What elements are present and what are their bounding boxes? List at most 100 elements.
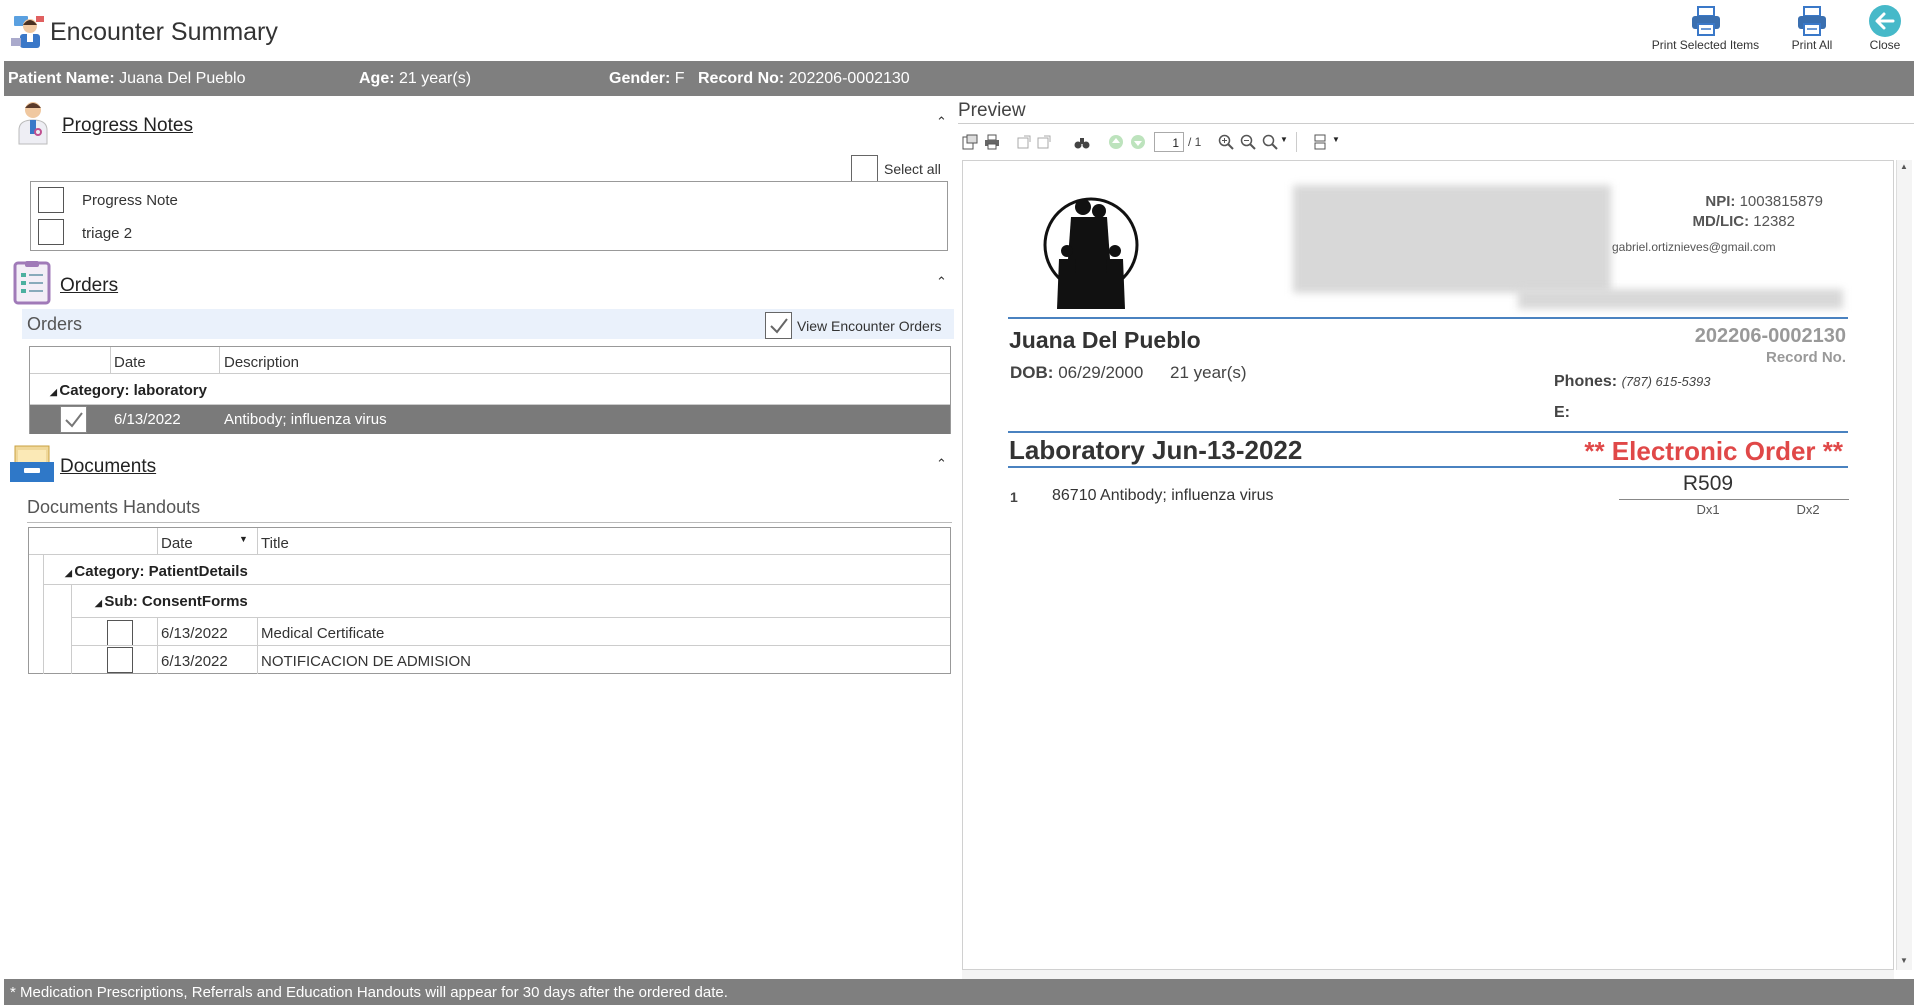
patient-name-label: Patient Name:: [8, 70, 115, 87]
collapse-progress-notes-icon[interactable]: ⌃: [936, 114, 947, 130]
report-record-no: 202206-0002130: [1694, 325, 1846, 347]
category-label: Category: laboratory: [59, 382, 207, 399]
document-checkbox[interactable]: [107, 620, 133, 646]
back-arrow-icon: [1869, 5, 1901, 37]
dob-label: DOB:: [1010, 363, 1054, 382]
print-icon[interactable]: [984, 134, 1000, 150]
find-binoculars-icon[interactable]: [1074, 134, 1090, 150]
patient-info-bar: Patient Name: Juana Del Pueblo Age: 21 y…: [4, 61, 1914, 96]
expand-triangle-icon: ◢: [95, 598, 105, 608]
chevron-down-icon[interactable]: ▼: [1280, 135, 1288, 144]
header-rule: [1008, 317, 1848, 319]
print-selected-button[interactable]: Print Selected Items: [1648, 4, 1763, 52]
vertical-scrollbar[interactable]: ▲ ▼: [1896, 160, 1912, 970]
collapse-orders-icon[interactable]: ⌃: [936, 274, 947, 290]
footer-note: * Medication Prescriptions, Referrals an…: [4, 979, 1914, 1005]
preview-toolbar: 1 / 1 ▼ ▼: [958, 128, 1914, 158]
line-number: 1: [1010, 489, 1018, 505]
orders-clipboard-icon: [12, 260, 52, 310]
page-number-input[interactable]: 1: [1154, 132, 1184, 152]
page-title: Encounter Summary: [50, 18, 278, 46]
document-title[interactable]: NOTIFICACION DE ADMISION: [261, 653, 471, 670]
provider-address-redacted: [1293, 185, 1611, 293]
gender-label: Gender:: [609, 70, 671, 87]
order-date: 6/13/2022: [114, 411, 181, 428]
dx1-label: Dx1: [1696, 502, 1720, 517]
patient-record: 202206-0002130: [788, 70, 910, 87]
printer-icon: [1691, 6, 1720, 36]
orders-title[interactable]: Orders: [60, 275, 118, 297]
sort-down-icon[interactable]: ▼: [239, 534, 248, 544]
next-page-icon[interactable]: [1130, 134, 1146, 150]
select-all-label: Select all: [884, 161, 941, 177]
report-patient-name: Juana Del Pueblo: [1009, 327, 1201, 353]
close-button[interactable]: Close: [1862, 4, 1908, 52]
document-title[interactable]: Medical Certificate: [261, 625, 384, 642]
page-total: / 1: [1188, 135, 1202, 149]
chevron-down-icon[interactable]: ▼: [1332, 135, 1340, 144]
orders-header: Orders View Encounter Orders: [22, 309, 954, 339]
order-top-rule: [1008, 431, 1848, 433]
export-icon[interactable]: [1016, 134, 1032, 150]
view-encounter-orders-checkbox[interactable]: [765, 312, 792, 339]
subcategory-group-row[interactable]: ◢ Sub: ConsentForms: [95, 593, 248, 610]
checkmark-icon: [64, 411, 83, 428]
page-layout-icon[interactable]: [1312, 134, 1328, 150]
category-group-row[interactable]: ◢ Category: PatientDetails: [65, 563, 248, 580]
category-label: Category: PatientDetails: [74, 563, 248, 580]
progress-note-checkbox[interactable]: [38, 187, 64, 213]
previous-page-icon[interactable]: [1108, 134, 1124, 150]
order-line-text: 86710 Antibody; influenza virus: [1052, 487, 1274, 504]
printer-icon: [1798, 6, 1826, 36]
mdlic-value: 12382: [1753, 213, 1795, 230]
column-header-description[interactable]: Description: [224, 354, 299, 371]
category-group-row[interactable]: ◢ Category: laboratory: [50, 382, 207, 399]
expand-triangle-icon: ◢: [65, 568, 75, 578]
report-record-label: Record No.: [1765, 349, 1846, 366]
zoom-in-icon[interactable]: [1218, 134, 1234, 150]
save-icon[interactable]: [1036, 134, 1052, 150]
print-all-button[interactable]: Print All: [1786, 4, 1838, 52]
table-row[interactable]: 6/13/2022 Antibody; influenza virus: [30, 405, 950, 434]
subcategory-label: Sub: ConsentForms: [104, 593, 248, 610]
report-age: 21 year(s): [1170, 363, 1247, 382]
orders-table: Date Description ◢ Category: laboratory …: [29, 346, 951, 434]
column-header-date[interactable]: Date: [114, 354, 146, 371]
progress-notes-title[interactable]: Progress Notes: [62, 115, 193, 137]
triage-checkbox[interactable]: [38, 219, 64, 245]
collapse-documents-icon[interactable]: ⌃: [936, 456, 947, 472]
header-bar: Encounter Summary Print Selected Items P…: [0, 0, 1914, 60]
list-item: triage 2: [82, 225, 133, 242]
expand-triangle-icon: ◢: [50, 387, 60, 397]
orders-subtitle: Orders: [27, 314, 83, 334]
column-header-title[interactable]: Title: [261, 535, 289, 552]
mdlic-label: MD/LIC:: [1692, 213, 1750, 230]
npi-value: 1003815879: [1739, 193, 1823, 210]
column-header-date[interactable]: Date: [161, 535, 193, 552]
divider: [27, 522, 952, 523]
documents-title[interactable]: Documents: [60, 456, 156, 478]
view-encounter-orders-label: View Encounter Orders: [797, 318, 942, 334]
clinic-family-logo: [1041, 193, 1141, 315]
order-row-checkbox[interactable]: [60, 406, 87, 433]
scroll-up-icon[interactable]: ▲: [1900, 162, 1908, 171]
scroll-down-icon[interactable]: ▼: [1900, 956, 1908, 965]
dx2-label: Dx2: [1796, 502, 1820, 517]
patient-name: Juana Del Pueblo: [119, 70, 246, 87]
npi-label: NPI:: [1705, 193, 1736, 210]
provider-email: gabriel.ortiznieves@gmail.com: [1612, 240, 1776, 254]
email-label: E:: [1554, 404, 1570, 421]
order-description: Antibody; influenza virus: [224, 411, 387, 428]
zoom-menu-icon[interactable]: [1262, 134, 1278, 150]
doctor-icon: [16, 100, 50, 150]
phones-value: (787) 615-5393: [1621, 374, 1711, 389]
select-all-checkbox[interactable]: [851, 155, 878, 182]
print-selected-label: Print Selected Items: [1651, 38, 1760, 52]
patient-age: 21 year(s): [399, 70, 472, 87]
phones-label: Phones:: [1554, 373, 1618, 390]
dx-code: R509: [1682, 472, 1734, 495]
document-checkbox[interactable]: [107, 647, 133, 673]
page-setup-icon[interactable]: [962, 134, 978, 150]
zoom-out-icon[interactable]: [1240, 134, 1256, 150]
order-bottom-rule: [1008, 466, 1848, 468]
